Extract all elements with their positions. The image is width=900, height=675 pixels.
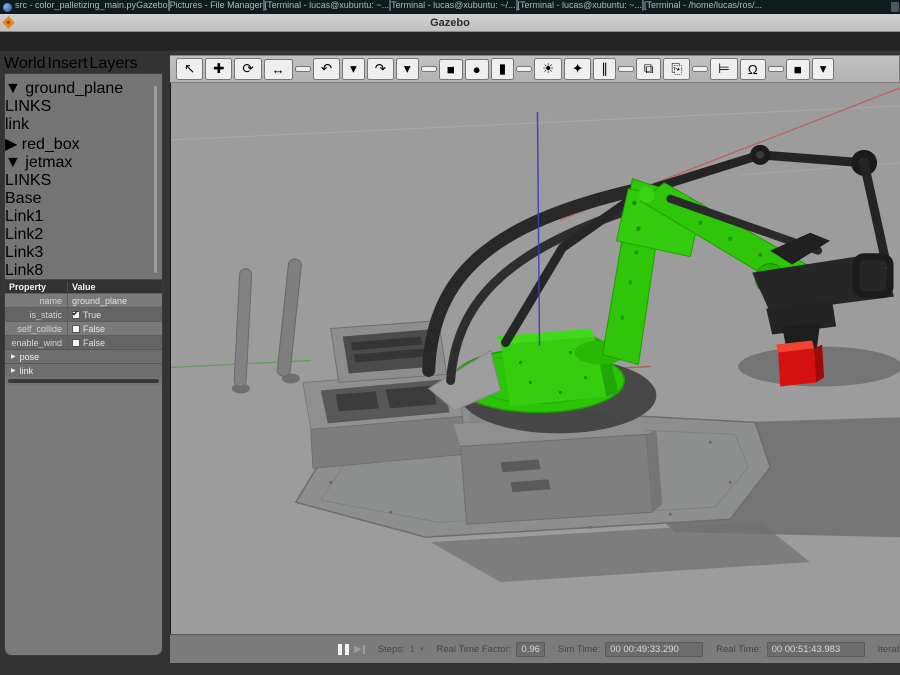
iterations-label: Iterations:	[878, 644, 900, 655]
window-titlebar[interactable]: Gazebo	[0, 14, 900, 32]
real-time-label: Real Time:	[716, 644, 761, 655]
tree-expand-arrow[interactable]: ▶	[5, 136, 17, 153]
value-self-collide: False	[83, 324, 105, 334]
gazebo-window: Gazebo World Insert Layers	[0, 14, 900, 675]
viewport-column: ↖ ✚ ⟳ ↔ ↶ ▾	[170, 51, 900, 663]
antennas[interactable]	[232, 258, 302, 393]
main-content: World Insert Layers ▼ ground_plane	[0, 51, 900, 663]
property-table: Property Value name ground_plane is_stat…	[5, 279, 162, 385]
real-time-value: 00 00:51:43.983	[767, 642, 865, 657]
menu-items	[2, 40, 110, 44]
desktop: src - color_palletizing_main.py Gazebo P…	[0, 0, 900, 675]
taskbar-window-buttons: src - color_palletizing_main.py Gazebo P…	[15, 0, 890, 14]
property-group-pose[interactable]: ▶ pose	[5, 349, 162, 363]
property-table-header: Property Value	[5, 280, 162, 293]
tree-scrollbar[interactable]	[154, 86, 157, 273]
steps-value[interactable]: 1	[410, 644, 415, 655]
expand-arrow-icon[interactable]: ▶	[11, 353, 16, 360]
value-enable-wind: False	[83, 338, 105, 348]
panel-tabs: World Insert Layers	[4, 55, 163, 73]
window-title: Gazebo	[0, 17, 900, 29]
taskbar: src - color_palletizing_main.py Gazebo P…	[0, 0, 900, 14]
real-time-factor-label: Real Time Factor:	[436, 644, 511, 655]
scene-tree: ▼ ground_plane LINKS link ▶	[5, 74, 162, 279]
systray-icon[interactable]	[891, 2, 899, 12]
left-panel: World Insert Layers ▼ ground_plane	[0, 51, 163, 663]
tree-expand-arrow[interactable]: ▼	[5, 154, 21, 171]
app-menu-icon	[3, 3, 12, 12]
value-is-static: True	[83, 310, 101, 320]
step-button[interactable]: ▶	[354, 642, 365, 656]
property-row-enable-wind[interactable]: enable_wind False	[5, 335, 162, 349]
property-row-self-collide[interactable]: self_collide False	[5, 321, 162, 335]
header-value: Value	[67, 282, 162, 292]
sim-time-value: 00 00:49:33.290	[605, 642, 703, 657]
viewport-3d[interactable]	[170, 83, 900, 634]
real-time-factor-value: 0.96	[516, 642, 545, 657]
tree-expand-arrow[interactable]: ▼	[5, 80, 21, 97]
world-panel: ▼ ground_plane LINKS link ▶	[4, 73, 163, 656]
simulation-status-bar: ▶ Steps: 1 ▾ Real Time Factor: 0.96 Sim …	[170, 634, 900, 663]
render-toolbar: ↖ ✚ ⟳ ↔ ↶ ▾	[170, 55, 900, 83]
red-cube[interactable]	[776, 341, 824, 387]
property-table-scrollbar[interactable]	[8, 379, 159, 383]
property-row-name[interactable]: name ground_plane	[5, 293, 162, 307]
enable-wind-checkbox[interactable]	[72, 339, 80, 347]
self-collide-checkbox[interactable]	[72, 325, 80, 333]
panel-splitter[interactable]	[163, 51, 170, 663]
header-property: Property	[5, 282, 67, 292]
menubar	[0, 32, 900, 51]
value-name: ground_plane	[72, 296, 127, 306]
property-group-link[interactable]: ▶ link	[5, 363, 162, 377]
scene-tree-items: ▼ ground_plane LINKS link ▶	[5, 80, 162, 279]
panel-empty-area	[5, 385, 162, 655]
steps-dropdown-icon[interactable]: ▾	[420, 645, 424, 653]
app-menu-button[interactable]	[0, 0, 15, 14]
is-static-checkbox[interactable]	[72, 311, 80, 319]
pause-button[interactable]	[338, 642, 349, 656]
end-effector[interactable]	[752, 233, 894, 359]
steps-label: Steps:	[378, 644, 405, 655]
property-row-is-static[interactable]: is_static True	[5, 307, 162, 321]
viewport-3d-scene[interactable]	[171, 83, 900, 634]
expand-arrow-icon[interactable]: ▶	[11, 367, 16, 374]
sim-time-label: Sim Time:	[558, 644, 600, 655]
